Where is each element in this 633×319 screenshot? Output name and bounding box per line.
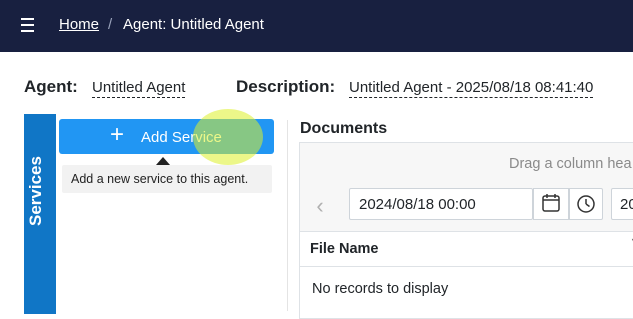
time-button[interactable] xyxy=(569,188,603,220)
breadcrumb-separator: / xyxy=(108,16,113,33)
date-to-input[interactable]: 20 xyxy=(611,188,633,220)
breadcrumb-home-link[interactable]: Home xyxy=(59,16,99,33)
description-value[interactable]: Untitled Agent - 2025/08/18 08:41:40 xyxy=(349,79,594,98)
column-header-row: File Name ▼ xyxy=(300,231,633,267)
date-from-input[interactable]: 2024/08/18 00:00 xyxy=(349,188,533,220)
agent-name-value[interactable]: Untitled Agent xyxy=(92,79,186,98)
date-filter-bar: ‹ 2024/08/18 00:00 20 xyxy=(300,183,633,231)
group-panel-hint: Drag a column hea xyxy=(509,156,632,172)
clock-icon xyxy=(577,195,595,213)
group-panel[interactable]: Drag a column hea xyxy=(300,143,633,184)
documents-grid: Drag a column hea ‹ 2024/08/18 00:00 20 xyxy=(299,142,633,319)
agent-name-label: Agent: xyxy=(24,77,78,96)
description-label: Description: xyxy=(236,77,336,96)
chevron-left-icon[interactable]: ‹ xyxy=(308,193,332,219)
calendar-icon xyxy=(542,194,560,212)
cursor-highlight xyxy=(193,109,263,165)
date-from-value: 2024/08/18 00:00 xyxy=(359,196,476,213)
top-navbar: Home / Agent: Untitled Agent xyxy=(0,0,633,52)
plus-icon: + xyxy=(110,121,125,148)
hamburger-menu-icon[interactable] xyxy=(21,18,35,32)
documents-title: Documents xyxy=(300,120,388,137)
panel-divider xyxy=(287,120,288,311)
empty-message: No records to display xyxy=(312,281,449,297)
tooltip-text: Add a new service to this agent. xyxy=(71,172,249,186)
column-header-file-name[interactable]: File Name xyxy=(310,241,379,257)
breadcrumb-current: Agent: Untitled Agent xyxy=(123,16,264,33)
add-service-tooltip: Add a new service to this agent. xyxy=(62,165,272,193)
tooltip-arrow xyxy=(156,157,170,165)
calendar-button[interactable] xyxy=(533,188,569,220)
date-to-value: 20 xyxy=(620,196,633,213)
collapse-arrow-icon[interactable]: ◀ xyxy=(11,135,18,146)
services-tab-label: Services xyxy=(26,156,45,226)
